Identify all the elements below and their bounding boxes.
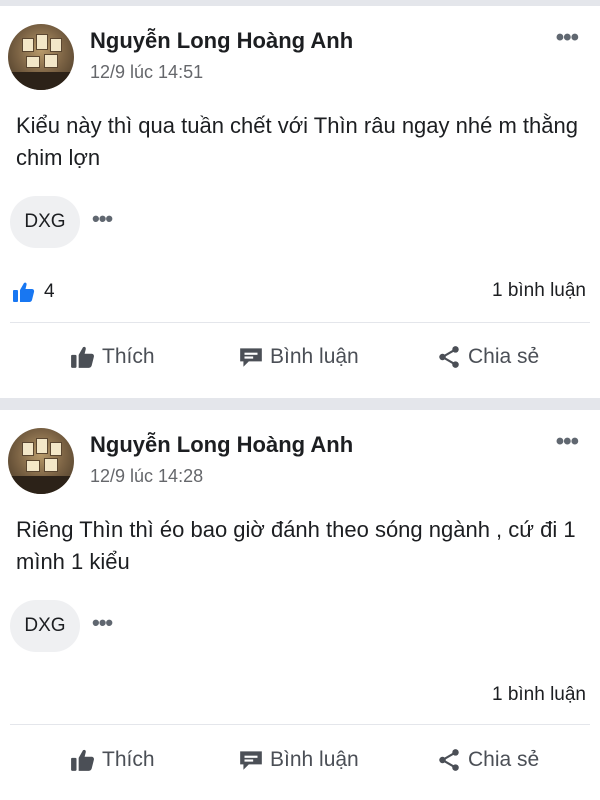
like-count-value: 4: [44, 281, 55, 302]
avatar[interactable]: [8, 428, 74, 494]
tag-more-icon[interactable]: •••: [92, 610, 113, 636]
author-name[interactable]: Nguyễn Long Hoàng Anh: [90, 28, 353, 54]
comment-label: Bình luận: [270, 748, 359, 771]
share-label: Chia sẻ: [468, 345, 540, 368]
more-options-icon[interactable]: •••: [556, 428, 579, 456]
author-name[interactable]: Nguyễn Long Hoàng Anh: [90, 432, 353, 458]
stock-tag[interactable]: DXG: [10, 196, 80, 248]
stock-tag[interactable]: DXG: [10, 600, 80, 652]
comment-icon: [240, 348, 262, 367]
share-icon: [439, 346, 459, 368]
post-text: Riêng Thìn thì éo bao giờ đánh theo sóng…: [16, 517, 576, 574]
divider: [10, 322, 590, 323]
avatar[interactable]: [8, 24, 74, 90]
like-button[interactable]: Thích: [70, 344, 155, 370]
post-timestamp[interactable]: 12/9 lúc 14:51: [90, 62, 203, 83]
comment-count[interactable]: 1 bình luận: [492, 280, 586, 302]
post-card: Nguyễn Long Hoàng Anh 12/9 lúc 14:28 •••…: [0, 410, 600, 800]
thumbs-up-icon: [71, 749, 94, 771]
comment-count[interactable]: 1 bình luận: [492, 684, 586, 706]
comment-label: Bình luận: [270, 345, 359, 368]
comment-icon: [240, 751, 262, 770]
comment-button[interactable]: Bình luận: [238, 747, 359, 773]
post-timestamp[interactable]: 12/9 lúc 14:28: [90, 466, 203, 487]
like-count[interactable]: 4: [12, 280, 55, 304]
like-label: Thích: [102, 748, 155, 771]
thumbs-up-icon: [71, 346, 94, 368]
post-text: Kiểu này thì qua tuần chết với Thìn râu …: [16, 113, 578, 170]
share-icon: [439, 749, 459, 771]
action-bar: Thích Bình luận Chia sẻ: [0, 344, 600, 394]
tag-more-icon[interactable]: •••: [92, 206, 113, 232]
post-card: Nguyễn Long Hoàng Anh 12/9 lúc 14:51 •••…: [0, 6, 600, 398]
action-bar: Thích Bình luận Chia sẻ: [0, 747, 600, 797]
post-separator: [0, 398, 600, 410]
share-button[interactable]: Chia sẻ: [436, 747, 539, 773]
comment-button[interactable]: Bình luận: [238, 344, 359, 370]
more-options-icon[interactable]: •••: [556, 24, 579, 52]
like-button[interactable]: Thích: [70, 747, 155, 773]
thumbs-up-icon: [13, 282, 35, 302]
share-label: Chia sẻ: [468, 748, 540, 771]
share-button[interactable]: Chia sẻ: [436, 344, 539, 370]
divider: [10, 724, 590, 725]
like-label: Thích: [102, 345, 155, 368]
